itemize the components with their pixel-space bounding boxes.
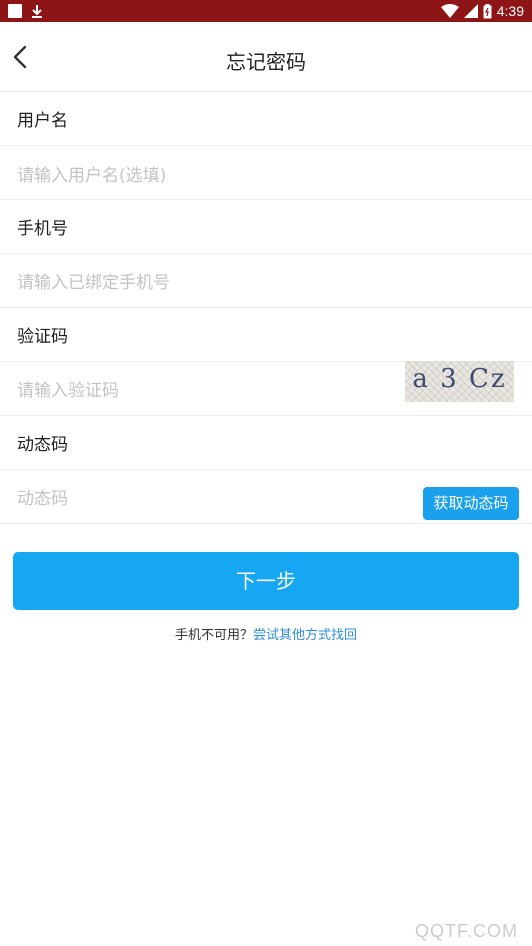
- battery-icon: [483, 3, 492, 18]
- wifi-icon: [440, 4, 459, 18]
- nav-header: 忘记密码: [0, 22, 532, 92]
- username-field[interactable]: 请输入用户名(选填): [0, 146, 532, 200]
- alt-recovery-link[interactable]: 尝试其他方式找回: [253, 628, 357, 643]
- clock: 4:39: [496, 3, 524, 19]
- username-label: 用户名: [17, 111, 68, 131]
- page-title: 忘记密码: [226, 50, 306, 74]
- username-label-row: 用户名: [0, 92, 532, 146]
- notification-icon: [8, 4, 22, 18]
- get-otp-button[interactable]: 获取动态码: [423, 487, 519, 520]
- phone-field[interactable]: 请输入已绑定手机号: [0, 254, 532, 308]
- status-bar: 4:39: [0, 0, 532, 22]
- otp-label: 动态码: [17, 435, 68, 455]
- phone-label-row: 手机号: [0, 200, 532, 254]
- phone-label: 手机号: [17, 219, 68, 239]
- captcha-image[interactable]: a 3 Cz: [405, 361, 514, 402]
- next-button[interactable]: 下一步: [13, 552, 519, 610]
- watermark: QQTF.COM: [415, 921, 518, 941]
- otp-label-row: 动态码: [0, 416, 532, 470]
- captcha-label: 验证码: [17, 327, 68, 347]
- signal-icon: [463, 4, 478, 18]
- otp-placeholder: 动态码: [17, 489, 68, 509]
- phone-placeholder: 请输入已绑定手机号: [17, 273, 170, 293]
- captcha-placeholder: 请输入验证码: [17, 381, 119, 401]
- captcha-image-text: a 3 Cz: [412, 364, 507, 394]
- download-icon: [32, 5, 42, 18]
- alt-question: 手机不可用？: [174, 628, 253, 643]
- username-placeholder: 请输入用户名(选填): [17, 166, 167, 186]
- alt-recovery: 手机不可用？尝试其他方式找回: [0, 624, 532, 643]
- captcha-label-row: 验证码: [0, 308, 532, 362]
